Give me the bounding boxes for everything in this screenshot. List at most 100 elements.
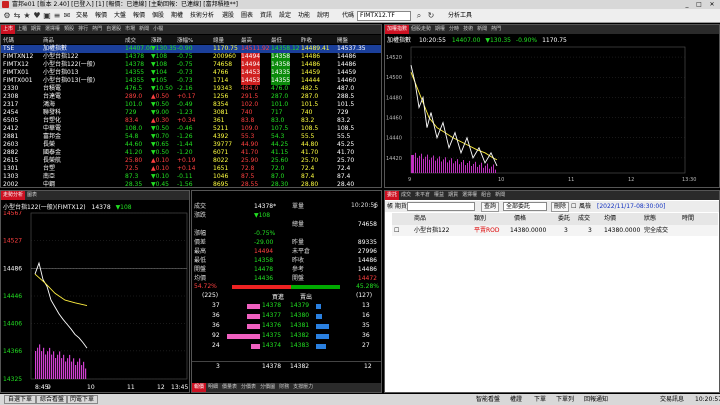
quote-row[interactable]: 2603 長榮 44.60 ▼0.65 -1.44 39777 44.90 44.25 44.8…: [1, 141, 381, 149]
col-volume[interactable]: 總量: [213, 36, 224, 44]
order-col-3[interactable]: 價格: [514, 213, 526, 225]
bottom-tab-2[interactable]: 價量表: [220, 383, 239, 392]
col-name[interactable]: 商品: [43, 36, 54, 44]
col-open[interactable]: 開盤: [337, 36, 348, 44]
swap-icon[interactable]: ⇆: [12, 11, 22, 21]
quote-tab-0[interactable]: 上市: [1, 25, 16, 34]
bottom-tab-4[interactable]: 分價圖: [258, 383, 277, 392]
heart-icon[interactable]: ♥: [32, 11, 42, 21]
book-row[interactable]: 24 14374 14383 27: [192, 341, 381, 351]
order-col-1[interactable]: 商品: [414, 213, 426, 225]
trade-message-button[interactable]: 交易訊息: [660, 394, 684, 405]
order-col-6[interactable]: 均價: [604, 213, 616, 225]
menu-help[interactable]: 說明: [317, 12, 329, 20]
minimize-button[interactable]: _: [682, 1, 692, 8]
bottom-tab-3[interactable]: 分價表: [239, 383, 258, 392]
quote-tab-3[interactable]: 選擇權: [43, 25, 62, 34]
analysis-tools-button[interactable]: 分析工具: [448, 12, 472, 20]
bottom-tab-1[interactable]: 明細: [206, 383, 220, 392]
book-row[interactable]: 37 14378 14379 13: [192, 301, 381, 311]
order-tab-7[interactable]: 新聞: [493, 191, 507, 200]
filter-select[interactable]: 全部委託: [503, 202, 547, 211]
quote-row[interactable]: 2412 中華電 108.0 ▼0.50 -0.46 5211 109.0 107.5 108.…: [1, 125, 381, 133]
tab-custom-order[interactable]: 自選下單: [4, 395, 37, 404]
order-button[interactable]: 下單: [534, 394, 546, 405]
order-tab-1[interactable]: 成交: [399, 191, 413, 200]
index-tab-3[interactable]: 分時: [447, 25, 461, 34]
index-tab-4[interactable]: 技術: [461, 25, 475, 34]
order-tab-2[interactable]: 未平倉: [413, 191, 432, 200]
col-change[interactable]: 漲跌: [151, 36, 162, 44]
order-bar-button[interactable]: 下單列: [556, 394, 574, 405]
code-input[interactable]: FIMTX12.TF: [357, 11, 411, 21]
order-col-7[interactable]: 狀態: [644, 213, 656, 225]
index-tab-1[interactable]: 個股走勢: [409, 25, 433, 34]
menu-info[interactable]: 資訊: [260, 12, 272, 20]
bottom-tab-0[interactable]: 報價: [192, 383, 207, 392]
tick-tab-1[interactable]: 圖表: [25, 191, 39, 200]
quote-row[interactable]: 2317 鴻海 101.0 ▼0.50 -0.49 8354 102.0 101.0 101.5…: [1, 101, 381, 109]
menu-quote[interactable]: 報價: [95, 12, 107, 20]
quote-row[interactable]: FIMTX12 小型台指122(一般) 14378 ▼108 -0.75 74658 144…: [1, 61, 381, 69]
index-tab-6[interactable]: 熱門: [489, 25, 503, 34]
quote-tab-2[interactable]: 期貨: [29, 25, 43, 34]
quote-row[interactable]: FIMTX01 小型台指013 14355 ▼104 -0.73 4766 14453 143…: [1, 69, 381, 77]
order-tab-6[interactable]: 組合: [479, 191, 493, 200]
order-tab-4[interactable]: 期貨: [446, 191, 460, 200]
close-button[interactable]: ✕: [707, 1, 717, 8]
book-row[interactable]: 92 14375 14382 36: [192, 331, 381, 341]
menu-screener[interactable]: 選股: [222, 12, 234, 20]
order-col-5[interactable]: 成交: [578, 213, 590, 225]
menu-market[interactable]: 大盤: [114, 12, 126, 20]
quote-row[interactable]: FIMTXN12 小型台指122 14378 ▼108 -0.75 200960 14494…: [1, 53, 381, 61]
quote-tab-6[interactable]: 熱門: [90, 25, 104, 34]
book-row[interactable]: 36 14376 14381 35: [192, 321, 381, 331]
menu-settings[interactable]: 設定: [279, 12, 291, 20]
account-select[interactable]: [407, 202, 475, 211]
col-price[interactable]: 成交: [125, 36, 136, 44]
quote-row[interactable]: FIMTX001 小型台指013(一般) 14355 ▼105 -0.73 1714 144…: [1, 77, 381, 85]
index-tab-5[interactable]: 新聞: [475, 25, 489, 34]
order-table-row[interactable]: ☐ 小型台指122 平賣ROD 14380.0000 3 3 14380.0000 完全成交: [392, 225, 718, 236]
tick-tab-0[interactable]: 走勢分析: [1, 191, 26, 200]
smart-view-button[interactable]: 智能看盤: [476, 394, 500, 405]
col-pct[interactable]: 漲幅%: [177, 36, 193, 44]
news-icon[interactable]: ≡: [52, 11, 62, 21]
col-prev[interactable]: 昨收: [301, 36, 312, 44]
gear-icon[interactable]: ⚙: [2, 11, 12, 21]
report-notice-button[interactable]: 回報通知: [584, 394, 608, 405]
menu-stock[interactable]: 個股: [152, 12, 164, 20]
quote-row[interactable]: 2881 富邦金 54.8 ▼0.70 -1.26 4392 55.3 54.3 55.5 55.…: [1, 133, 381, 141]
index-chart[interactable]: 14520 14500 14480 14460 14440 14420 9 10 11 12 13:…: [385, 45, 719, 188]
order-col-2[interactable]: 類別: [474, 213, 486, 225]
col-code[interactable]: 代碼: [3, 36, 14, 44]
maximize-button[interactable]: □: [694, 1, 704, 8]
quote-tab-5[interactable]: 排行: [76, 25, 90, 34]
quote-row[interactable]: 1303 南亞 87.3 ▼0.10 -0.11 1046 87.5 87.0 87.4 87.4: [1, 173, 381, 181]
order-col-8[interactable]: 時間: [682, 213, 694, 225]
quote-row[interactable]: 2330 台積電 476.5 ▼10.50 -2.16 19343 484.0 476.0 48…: [1, 85, 381, 93]
folder-icon[interactable]: ▣: [42, 11, 52, 21]
order-tab-0[interactable]: 委託: [385, 191, 400, 200]
warrant-button[interactable]: 權證: [510, 394, 522, 405]
quote-tab-4[interactable]: 類股: [62, 25, 76, 34]
index-tab-0[interactable]: 加權指數: [385, 25, 410, 34]
quote-row[interactable]: 2615 長榮航 25.80 ▲0.10 +0.19 8022 25.90 25.60 25.7…: [1, 157, 381, 165]
delete-button[interactable]: 刪除: [551, 202, 570, 212]
menu-technical[interactable]: 技術分析: [190, 12, 214, 20]
tab-flash-order[interactable]: 閃電下單: [66, 395, 99, 404]
quote-tab-8[interactable]: 市場: [123, 25, 137, 34]
quote-tab-1[interactable]: 上櫃: [15, 25, 29, 34]
quote-row[interactable]: 2308 台達電 289.0 ▲0.50 +0.17 1256 291.5 287.0 287.…: [1, 93, 381, 101]
order-tab-5[interactable]: 選擇權: [460, 191, 479, 200]
menu-charts[interactable]: 圖表: [241, 12, 253, 20]
book-row[interactable]: 36 14377 14380 16: [192, 311, 381, 321]
bottom-tab-6[interactable]: 支撐壓力: [291, 383, 315, 392]
refresh-icon[interactable]: ↻: [426, 11, 436, 21]
col-low[interactable]: 最低: [271, 36, 282, 44]
quote-row[interactable]: 1301 台塑 72.5 ▲0.10 +0.14 1651 72.8 72.0 72.4 72.4: [1, 165, 381, 173]
menu-quote-2[interactable]: 報價: [133, 12, 145, 20]
bottom-tab-5[interactable]: 財務: [277, 383, 291, 392]
menu-options[interactable]: 期權: [171, 12, 183, 20]
col-high[interactable]: 最高: [241, 36, 252, 44]
